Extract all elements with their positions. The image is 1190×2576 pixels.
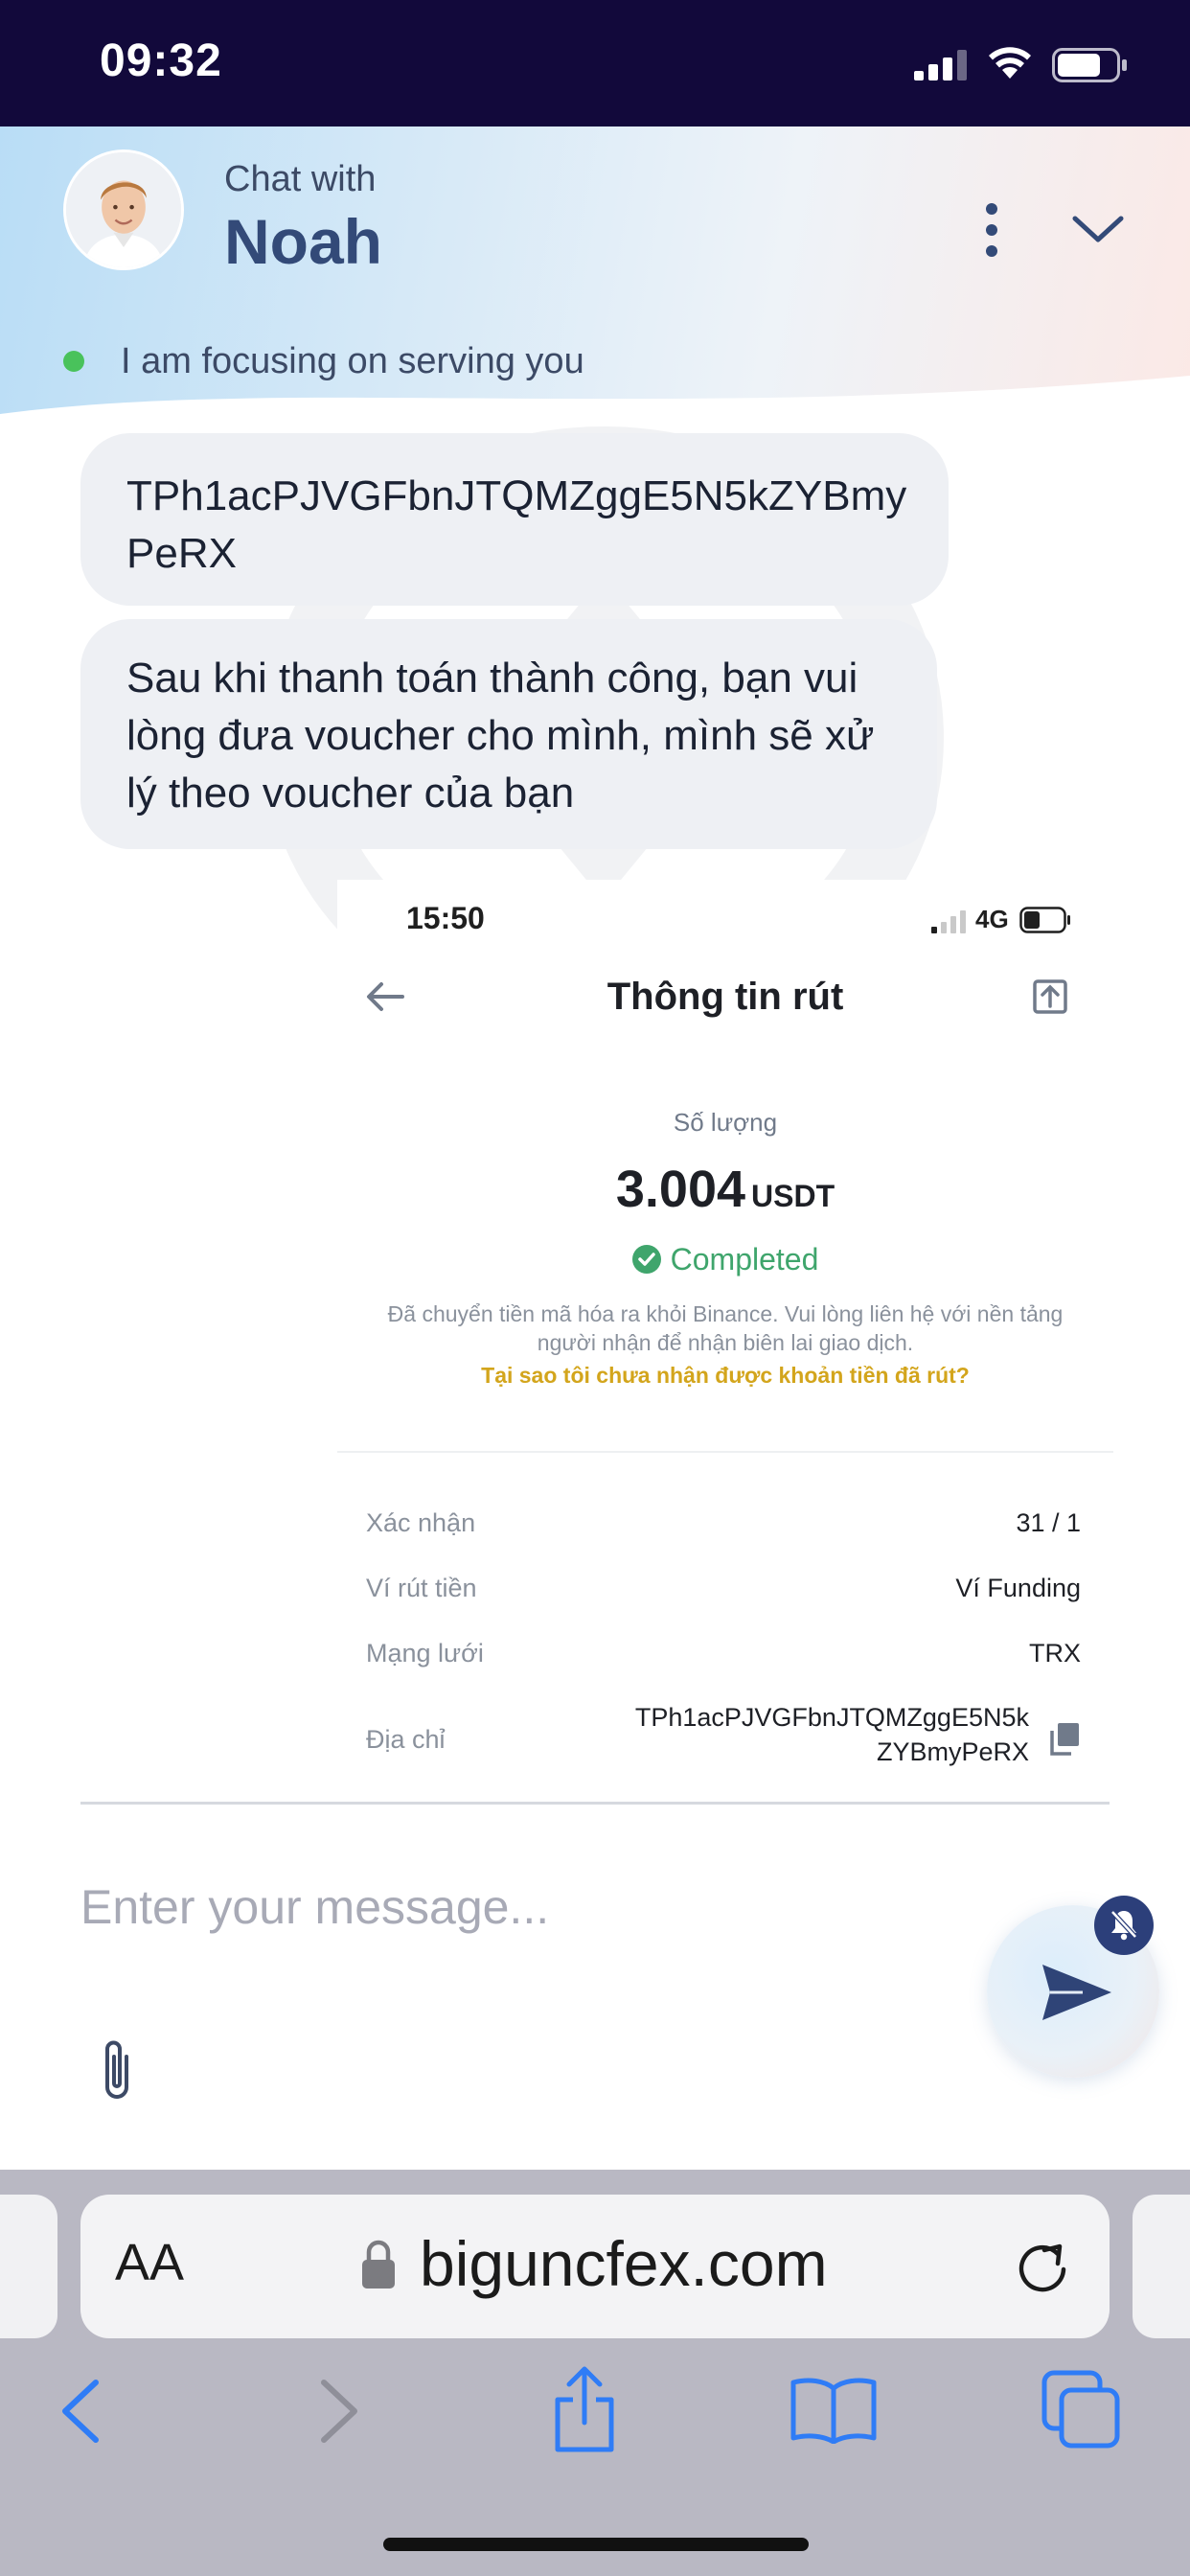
agent-name: Noah [224,206,382,277]
battery-icon [1019,907,1070,933]
online-status-text: I am focusing on serving you [121,341,584,381]
export-icon [1033,979,1067,1014]
lock-icon [362,2240,395,2288]
message-text: Sau khi thanh toán thành công, bạn vui l… [126,655,875,816]
cellular-signal-icon [931,910,966,933]
home-indicator [383,2538,809,2551]
avatar [63,150,184,270]
message-bubble: Sau khi thanh toán thành công, bạn vui l… [80,619,937,849]
screenshot-network: 4G [975,905,1009,933]
chevron-down-icon[interactable] [1071,213,1125,247]
screenshot-title: Thông tin rút [606,976,844,1018]
detail-value: TRX [1029,1639,1081,1668]
withdrawal-note: Đã chuyển tiền mã hóa ra khỏi Binance. V… [387,1301,1064,1355]
detail-value: Ví Funding [955,1574,1081,1602]
copy-icon [1050,1723,1079,1756]
detail-label: Ví rút tiền [366,1574,477,1602]
next-tab-preview[interactable] [1133,2195,1190,2338]
image-message[interactable]: 15:50 4G Thông tin rút Số lượng 3.004 USD… [337,880,1113,1807]
battery-icon [1052,48,1127,82]
status-row: Completed [337,1242,1113,1277]
status-bar: 09:32 [0,0,1190,126]
status-time: 09:32 [100,35,222,86]
notification-muted-icon [1110,1910,1137,1941]
address-line-1: TPh1acPJVGFbnJTQMZggE5N5k [634,1703,1029,1732]
quantity-label: Số lượng [673,1108,778,1137]
more-vertical-icon[interactable] [977,201,1006,259]
cellular-signal-icon [914,50,967,80]
message-bubble: TPh1acPJVGFbnJTQMZggE5N5kZYBmy PeRX [80,433,949,606]
share-icon[interactable] [548,2365,621,2453]
detail-value: 31 / 1 [1016,1508,1081,1537]
previous-tab-preview[interactable] [0,2195,57,2338]
amount-row: 3.004 USDT [337,1160,1113,1219]
screenshot-status-time: 15:50 [406,901,485,935]
online-status-dot [63,351,84,372]
tabs-icon[interactable] [1041,2369,1121,2450]
status-text: Completed [670,1242,819,1276]
address-value: TPh1acPJVGFbnJTQMZggE5N5k ZYBmyPeRX [635,1700,1029,1769]
detail-label: Xác nhận [366,1508,476,1537]
chat-subtitle: Chat with [224,159,377,199]
forward-icon[interactable] [316,2377,362,2446]
reload-icon[interactable] [1014,2237,1071,2294]
notification-mute-button[interactable] [1094,1896,1154,1955]
paperclip-icon[interactable] [96,2036,138,2104]
back-icon[interactable] [57,2377,103,2446]
wifi-icon [989,47,1031,79]
detail-label: Địa chỉ [366,1725,446,1754]
bookmarks-icon[interactable] [790,2375,878,2444]
amount-value: 3.004 [615,1161,746,1218]
composer-divider [80,1802,1110,1805]
amount-unit: USDT [751,1179,835,1213]
address-line-2: ZYBmyPeRX [876,1737,1029,1766]
text-size-button[interactable]: AA [115,2233,184,2292]
divider [337,1451,1113,1453]
detail-row: Địa chỉ TPh1acPJVGFbnJTQMZggE5N5k ZYBmyP… [366,1700,1081,1777]
url-text[interactable]: biguncfex.com [420,2227,828,2300]
check-circle-icon [631,1245,661,1274]
message-input[interactable] [80,1869,943,1945]
message-text: TPh1acPJVGFbnJTQMZggE5N5kZYBmy PeRX [126,472,907,577]
detail-label: Mạng lưới [366,1639,484,1668]
send-icon [1042,1965,1111,2020]
help-link: Tại sao tôi chưa nhận được khoản tiền đã… [481,1363,970,1388]
